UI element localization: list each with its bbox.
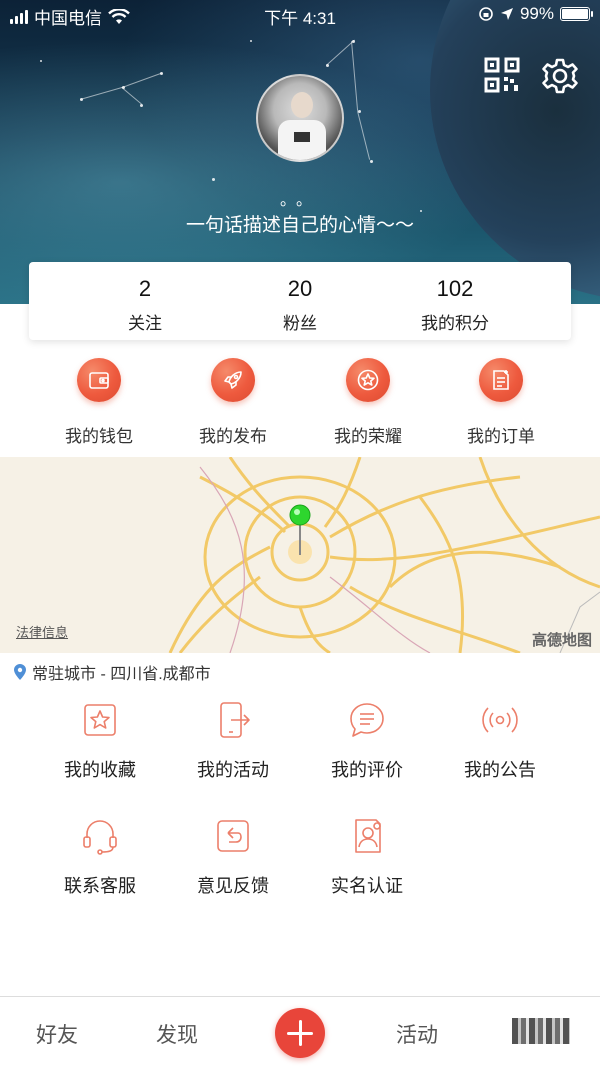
profile-page: 中国电信 下午 4:31 99% 。。 一句话描述自己的心情～～ 2 关注 20… xyxy=(0,0,600,1067)
resident-city: 常驻城市 - 四川省.成都市 xyxy=(14,660,211,684)
star-dot xyxy=(212,178,215,181)
my-favorites-label: 我的收藏 xyxy=(64,760,136,780)
stat-label: 我的积分 xyxy=(421,314,489,333)
status-bar: 中国电信 下午 4:31 99% xyxy=(0,0,600,30)
qr-code-button[interactable] xyxy=(484,57,520,93)
tab-discover[interactable]: 发现 xyxy=(156,1019,198,1049)
constellation-line xyxy=(122,72,162,88)
settings-button[interactable] xyxy=(541,57,579,95)
favorite-star-icon xyxy=(84,704,116,736)
id-verification-button[interactable]: 实名认证 xyxy=(312,816,422,898)
resident-city-text: 常驻城市 - 四川省.成都市 xyxy=(32,666,211,683)
my-activities-button[interactable]: 我的活动 xyxy=(178,700,288,782)
my-reviews-label: 我的评价 xyxy=(331,760,403,780)
id-verify-icon xyxy=(355,819,381,853)
orders-label: 我的订单 xyxy=(467,427,535,446)
location-pin-icon xyxy=(14,664,26,680)
stat-following[interactable]: 2 关注 xyxy=(85,276,205,334)
battery-percent: 99% xyxy=(519,4,554,23)
order-list-icon xyxy=(479,358,523,402)
rotation-lock-icon xyxy=(479,7,493,21)
publish-plus-button[interactable] xyxy=(275,1008,325,1058)
star-dot xyxy=(40,60,42,62)
orders-button[interactable]: 我的订单 xyxy=(451,358,551,447)
tab-activity[interactable]: 活动 xyxy=(396,1019,438,1049)
constellation-line xyxy=(351,41,359,111)
stat-label: 关注 xyxy=(128,314,162,333)
map-legal-link[interactable]: 法律信息 xyxy=(16,622,68,641)
tab-mine-pixelated[interactable] xyxy=(512,1018,570,1044)
broadcast-icon xyxy=(482,707,518,733)
customer-service-button[interactable]: 联系客服 xyxy=(45,816,155,898)
status-right: 99% xyxy=(478,4,593,24)
wallet-button[interactable]: 我的钱包 xyxy=(49,358,149,447)
avatar[interactable] xyxy=(256,74,344,162)
residence-map[interactable]: 法律信息 高德地图 xyxy=(0,457,600,653)
stats-card: 2 关注 20 粉丝 102 我的积分 xyxy=(29,262,571,340)
wallet-label: 我的钱包 xyxy=(65,427,133,446)
wallet-icon xyxy=(77,358,121,402)
stat-value: 2 xyxy=(138,276,152,301)
tab-friends[interactable]: 好友 xyxy=(36,1019,78,1049)
stat-value: 20 xyxy=(287,276,313,301)
constellation-line xyxy=(357,111,371,160)
feedback-button[interactable]: 意见反馈 xyxy=(178,816,288,898)
feedback-icon xyxy=(217,820,249,852)
activity-export-icon xyxy=(220,702,250,738)
my-favorites-button[interactable]: 我的收藏 xyxy=(45,700,155,782)
my-posts-button[interactable]: 我的发布 xyxy=(183,358,283,447)
stat-points[interactable]: 102 我的积分 xyxy=(395,276,515,334)
star-dot xyxy=(370,160,373,163)
constellation-line xyxy=(121,87,142,105)
map-provider-logo: 高德地图 xyxy=(531,632,592,649)
my-posts-label: 我的发布 xyxy=(199,427,267,446)
gear-icon xyxy=(542,58,578,94)
customer-service-label: 联系客服 xyxy=(64,876,136,896)
my-notices-button[interactable]: 我的公告 xyxy=(445,700,555,782)
comment-icon xyxy=(350,703,384,737)
battery-icon xyxy=(560,7,593,21)
my-notices-label: 我的公告 xyxy=(464,760,536,780)
nickname: 。。 xyxy=(279,192,320,209)
planet-decoration xyxy=(430,0,600,300)
my-reviews-button[interactable]: 我的评价 xyxy=(312,700,422,782)
constellation-line xyxy=(80,86,123,100)
stat-value: 102 xyxy=(436,276,474,301)
profile-header-background: 中国电信 下午 4:31 99% 。。 一句话描述自己的心情～～ xyxy=(0,0,600,304)
honors-button[interactable]: 我的荣耀 xyxy=(318,358,418,447)
star-dot xyxy=(250,40,252,42)
stat-fans[interactable]: 20 粉丝 xyxy=(240,276,360,334)
feedback-label: 意见反馈 xyxy=(197,876,269,896)
stat-label: 粉丝 xyxy=(283,314,317,333)
mood-signature[interactable]: 一句话描述自己的心情～～ xyxy=(0,210,600,237)
rocket-icon xyxy=(211,358,255,402)
id-verification-label: 实名认证 xyxy=(331,876,403,896)
location-arrow-icon xyxy=(500,8,513,20)
map-roads xyxy=(168,457,600,653)
honors-label: 我的荣耀 xyxy=(334,427,402,446)
qr-code-icon xyxy=(484,57,520,93)
headset-icon xyxy=(83,820,117,855)
my-activities-label: 我的活动 xyxy=(197,760,269,780)
star-badge-icon xyxy=(346,358,390,402)
